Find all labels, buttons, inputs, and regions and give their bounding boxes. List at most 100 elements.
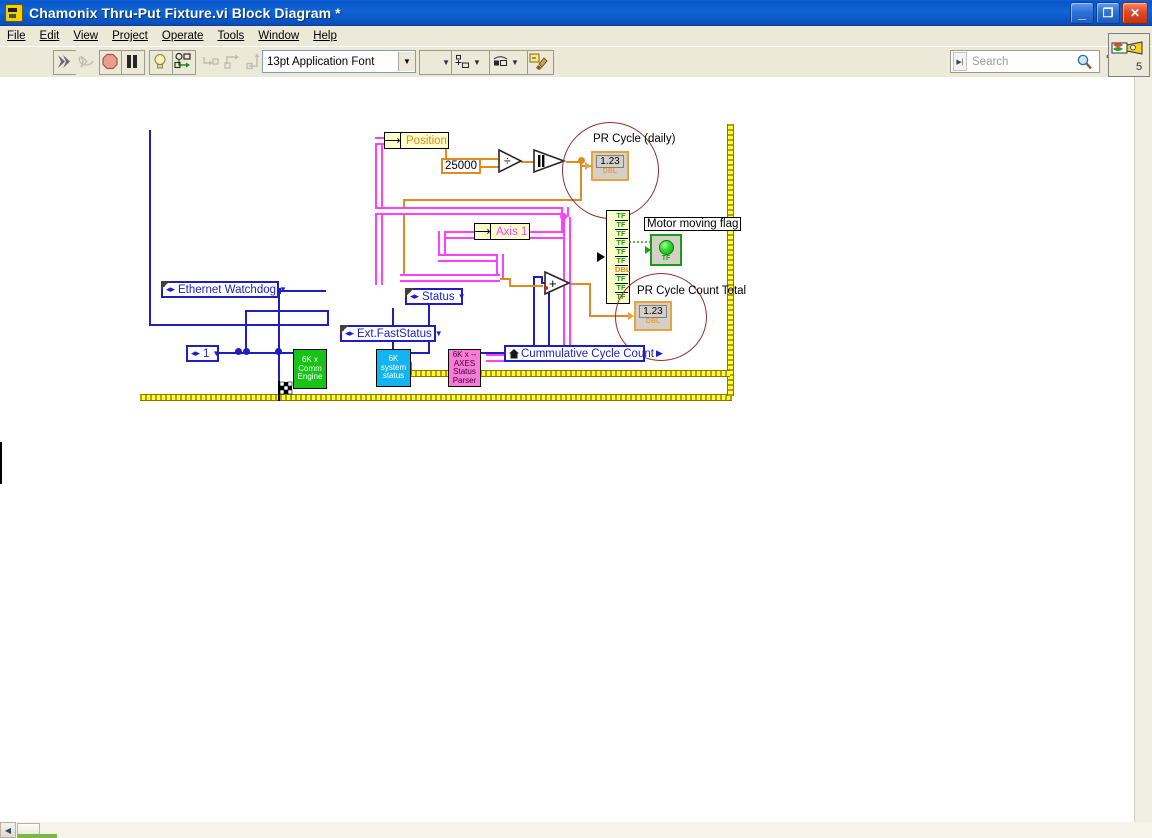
cluster-input-arrow-icon — [597, 252, 605, 262]
menu-bar: File Edit View Project Operate Tools Win… — [0, 26, 1152, 47]
wire-blue-drop-a — [245, 310, 247, 353]
text-caret — [0, 442, 2, 484]
wire-orange-long-left — [403, 199, 582, 201]
scroll-progress-bar — [17, 834, 57, 838]
pause-button[interactable] — [121, 50, 145, 75]
menu-item-file-label: File — [7, 30, 26, 42]
wire-blue-riser-a — [327, 310, 329, 326]
axis-index-label: 1 — [203, 347, 210, 360]
menu-item-help-label: Help — [313, 30, 337, 42]
wire-error-bottom — [140, 394, 732, 401]
subvi-6k-system-status[interactable]: 6K system status — [376, 349, 411, 387]
motor-moving-flag-type: TF — [661, 254, 671, 262]
axis-1-string-value: Axis 1 — [496, 225, 528, 238]
restore-button[interactable]: ❐ — [1096, 2, 1120, 24]
chevron-down-icon: ▼ — [442, 57, 450, 67]
search-placeholder: Search — [972, 55, 1009, 68]
vertical-scrollbar[interactable] — [1134, 77, 1152, 822]
local-variable-write-arrow-icon: ▶ — [655, 348, 663, 358]
restore-icon: ❐ — [1102, 6, 1114, 20]
run-arrow-icon — [58, 55, 70, 68]
pr-cycle-daily-value: 1.23 — [596, 155, 624, 168]
ext-faststatus-label: Ext.FastStatus — [357, 327, 432, 340]
retain-wire-values-button[interactable] — [172, 50, 196, 75]
menu-item-help[interactable]: Help — [306, 28, 344, 44]
highlight-execution-button[interactable] — [149, 50, 173, 75]
menu-item-operate[interactable]: Operate — [155, 28, 211, 44]
chevron-down-icon[interactable]: ▼ — [279, 285, 287, 294]
font-selector-value: 13pt Application Font — [267, 55, 375, 68]
retain-wire-values-icon — [174, 52, 191, 69]
run-button[interactable] — [53, 50, 77, 75]
chevron-left-icon: ◀ — [4, 825, 12, 835]
string-constant-arrow-icon: ⟶ — [474, 224, 491, 239]
wire-junction — [275, 348, 282, 355]
align-objects-button[interactable]: ▼ — [419, 50, 453, 75]
search-input[interactable]: ▶| Search — [950, 50, 1100, 73]
reorder-button[interactable]: ▼ — [489, 50, 529, 75]
wire-blue-left-trunk — [149, 130, 151, 326]
enum-corner-icon — [405, 288, 414, 297]
pr-cycle-count-total-indicator[interactable]: 1.23 DBL — [628, 301, 672, 331]
wire-error-right-vert — [727, 124, 734, 396]
block-diagram-canvas[interactable]: ⟶ Position 25000 ÷ PR Cycle (daily) 1.23… — [0, 77, 1152, 822]
terminal-input-arrow-icon — [585, 162, 591, 170]
chevron-down-icon[interactable]: ▼ — [458, 292, 466, 301]
context-help-window[interactable]: 5 — [1108, 33, 1150, 77]
ethernet-watchdog-enum[interactable]: ◂▸ Ethernet Watchdog ▼ — [161, 281, 287, 298]
step-into-button[interactable] — [200, 50, 224, 75]
close-button[interactable]: ✕ — [1122, 2, 1148, 24]
menu-item-project[interactable]: Project — [105, 28, 155, 44]
run-continuously-button[interactable] — [76, 50, 100, 75]
subvi-line: Parser — [452, 375, 477, 385]
chevron-down-icon: ▼ — [473, 57, 481, 67]
horizontal-scrollbar[interactable]: ◀ — [0, 822, 1152, 838]
magnifier-icon[interactable] — [1075, 53, 1095, 70]
abort-button[interactable] — [99, 50, 123, 75]
enum-updown-icon[interactable]: ◂▸ — [190, 348, 201, 359]
close-icon: ✕ — [1129, 6, 1141, 20]
window-title-bar: Chamonix Thru-Put Fixture.vi Block Diagr… — [0, 0, 1152, 26]
scroll-left-button[interactable]: ◀ — [0, 822, 16, 838]
divide-function[interactable]: ÷ — [497, 148, 523, 174]
lightbulb-icon — [154, 53, 166, 69]
menu-item-tools[interactable]: Tools — [210, 28, 251, 44]
subvi-6k-axes-status-parser[interactable]: 6K x -- AXES Status Parser — [448, 349, 481, 387]
round-to-nearest-function[interactable] — [532, 148, 566, 174]
cummulative-cycle-count-local[interactable]: Cummulative Cycle Count ▶ — [504, 345, 663, 362]
menu-item-file[interactable]: File — [0, 28, 33, 44]
search-scope-icon[interactable]: ▶| — [953, 52, 967, 71]
menu-item-tools-label: Tools — [217, 30, 245, 42]
chevron-down-icon[interactable]: ▼ — [435, 329, 443, 338]
chevron-down-icon[interactable]: ▼ — [398, 52, 415, 71]
terminal-input-arrow-icon — [628, 312, 634, 320]
minimize-button[interactable]: _ — [1070, 2, 1094, 24]
run-continuous-icon — [78, 55, 94, 68]
chevron-down-icon: ▼ — [511, 57, 519, 67]
clean-up-diagram-button[interactable] — [527, 50, 554, 75]
pr-cycle-daily-indicator[interactable]: 1.23 DBL — [585, 151, 629, 181]
position-string-value: Position — [406, 134, 447, 147]
status-enum[interactable]: ◂▸ Status ▼ — [405, 288, 466, 305]
clean-up-diagram-icon — [529, 53, 548, 70]
wire-blue-top-join — [245, 310, 329, 312]
menu-item-window-label: Window — [258, 30, 300, 42]
status-label: Status — [422, 290, 455, 303]
distribute-objects-icon — [455, 55, 469, 68]
font-selector[interactable]: 13pt Application Font ▼ — [262, 50, 416, 73]
motor-moving-flag-indicator[interactable]: TF — [645, 234, 682, 266]
chevron-down-icon[interactable]: ▼ — [212, 349, 220, 358]
pr-cycle-daily-type: DBL — [602, 168, 618, 175]
distribute-objects-button[interactable]: ▼ — [451, 50, 491, 75]
step-over-button[interactable] — [222, 50, 246, 75]
add-function[interactable]: + — [543, 270, 571, 296]
axis-index-enum[interactable]: ◂▸ 1 ▼ — [186, 345, 220, 362]
position-string-constant[interactable]: ⟶ Position — [384, 132, 449, 149]
wire-orange-add-in2 — [509, 285, 543, 287]
axis-1-string-constant[interactable]: ⟶ Axis 1 — [474, 223, 530, 240]
menu-item-view[interactable]: View — [66, 28, 105, 44]
counts-per-rev-constant[interactable]: 25000 — [441, 158, 481, 174]
ext-faststatus-enum[interactable]: ◂▸ Ext.FastStatus ▼ — [340, 325, 443, 342]
menu-item-window[interactable]: Window — [251, 28, 306, 44]
menu-item-edit[interactable]: Edit — [33, 28, 67, 44]
